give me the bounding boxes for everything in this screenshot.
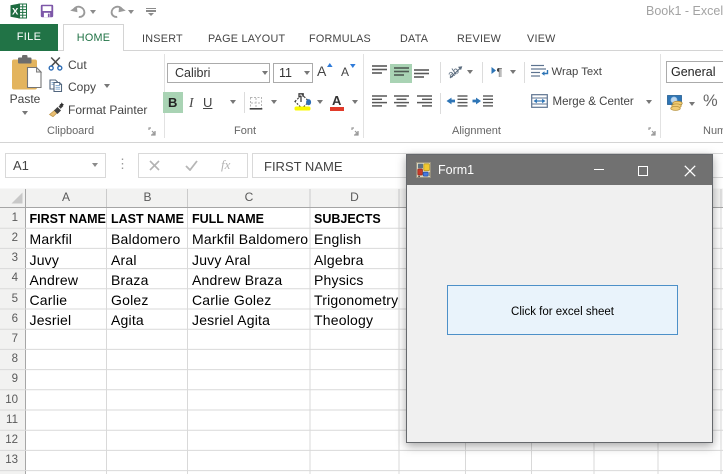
svg-text:X: X — [12, 7, 19, 18]
svg-text:¶: ¶ — [497, 67, 503, 79]
